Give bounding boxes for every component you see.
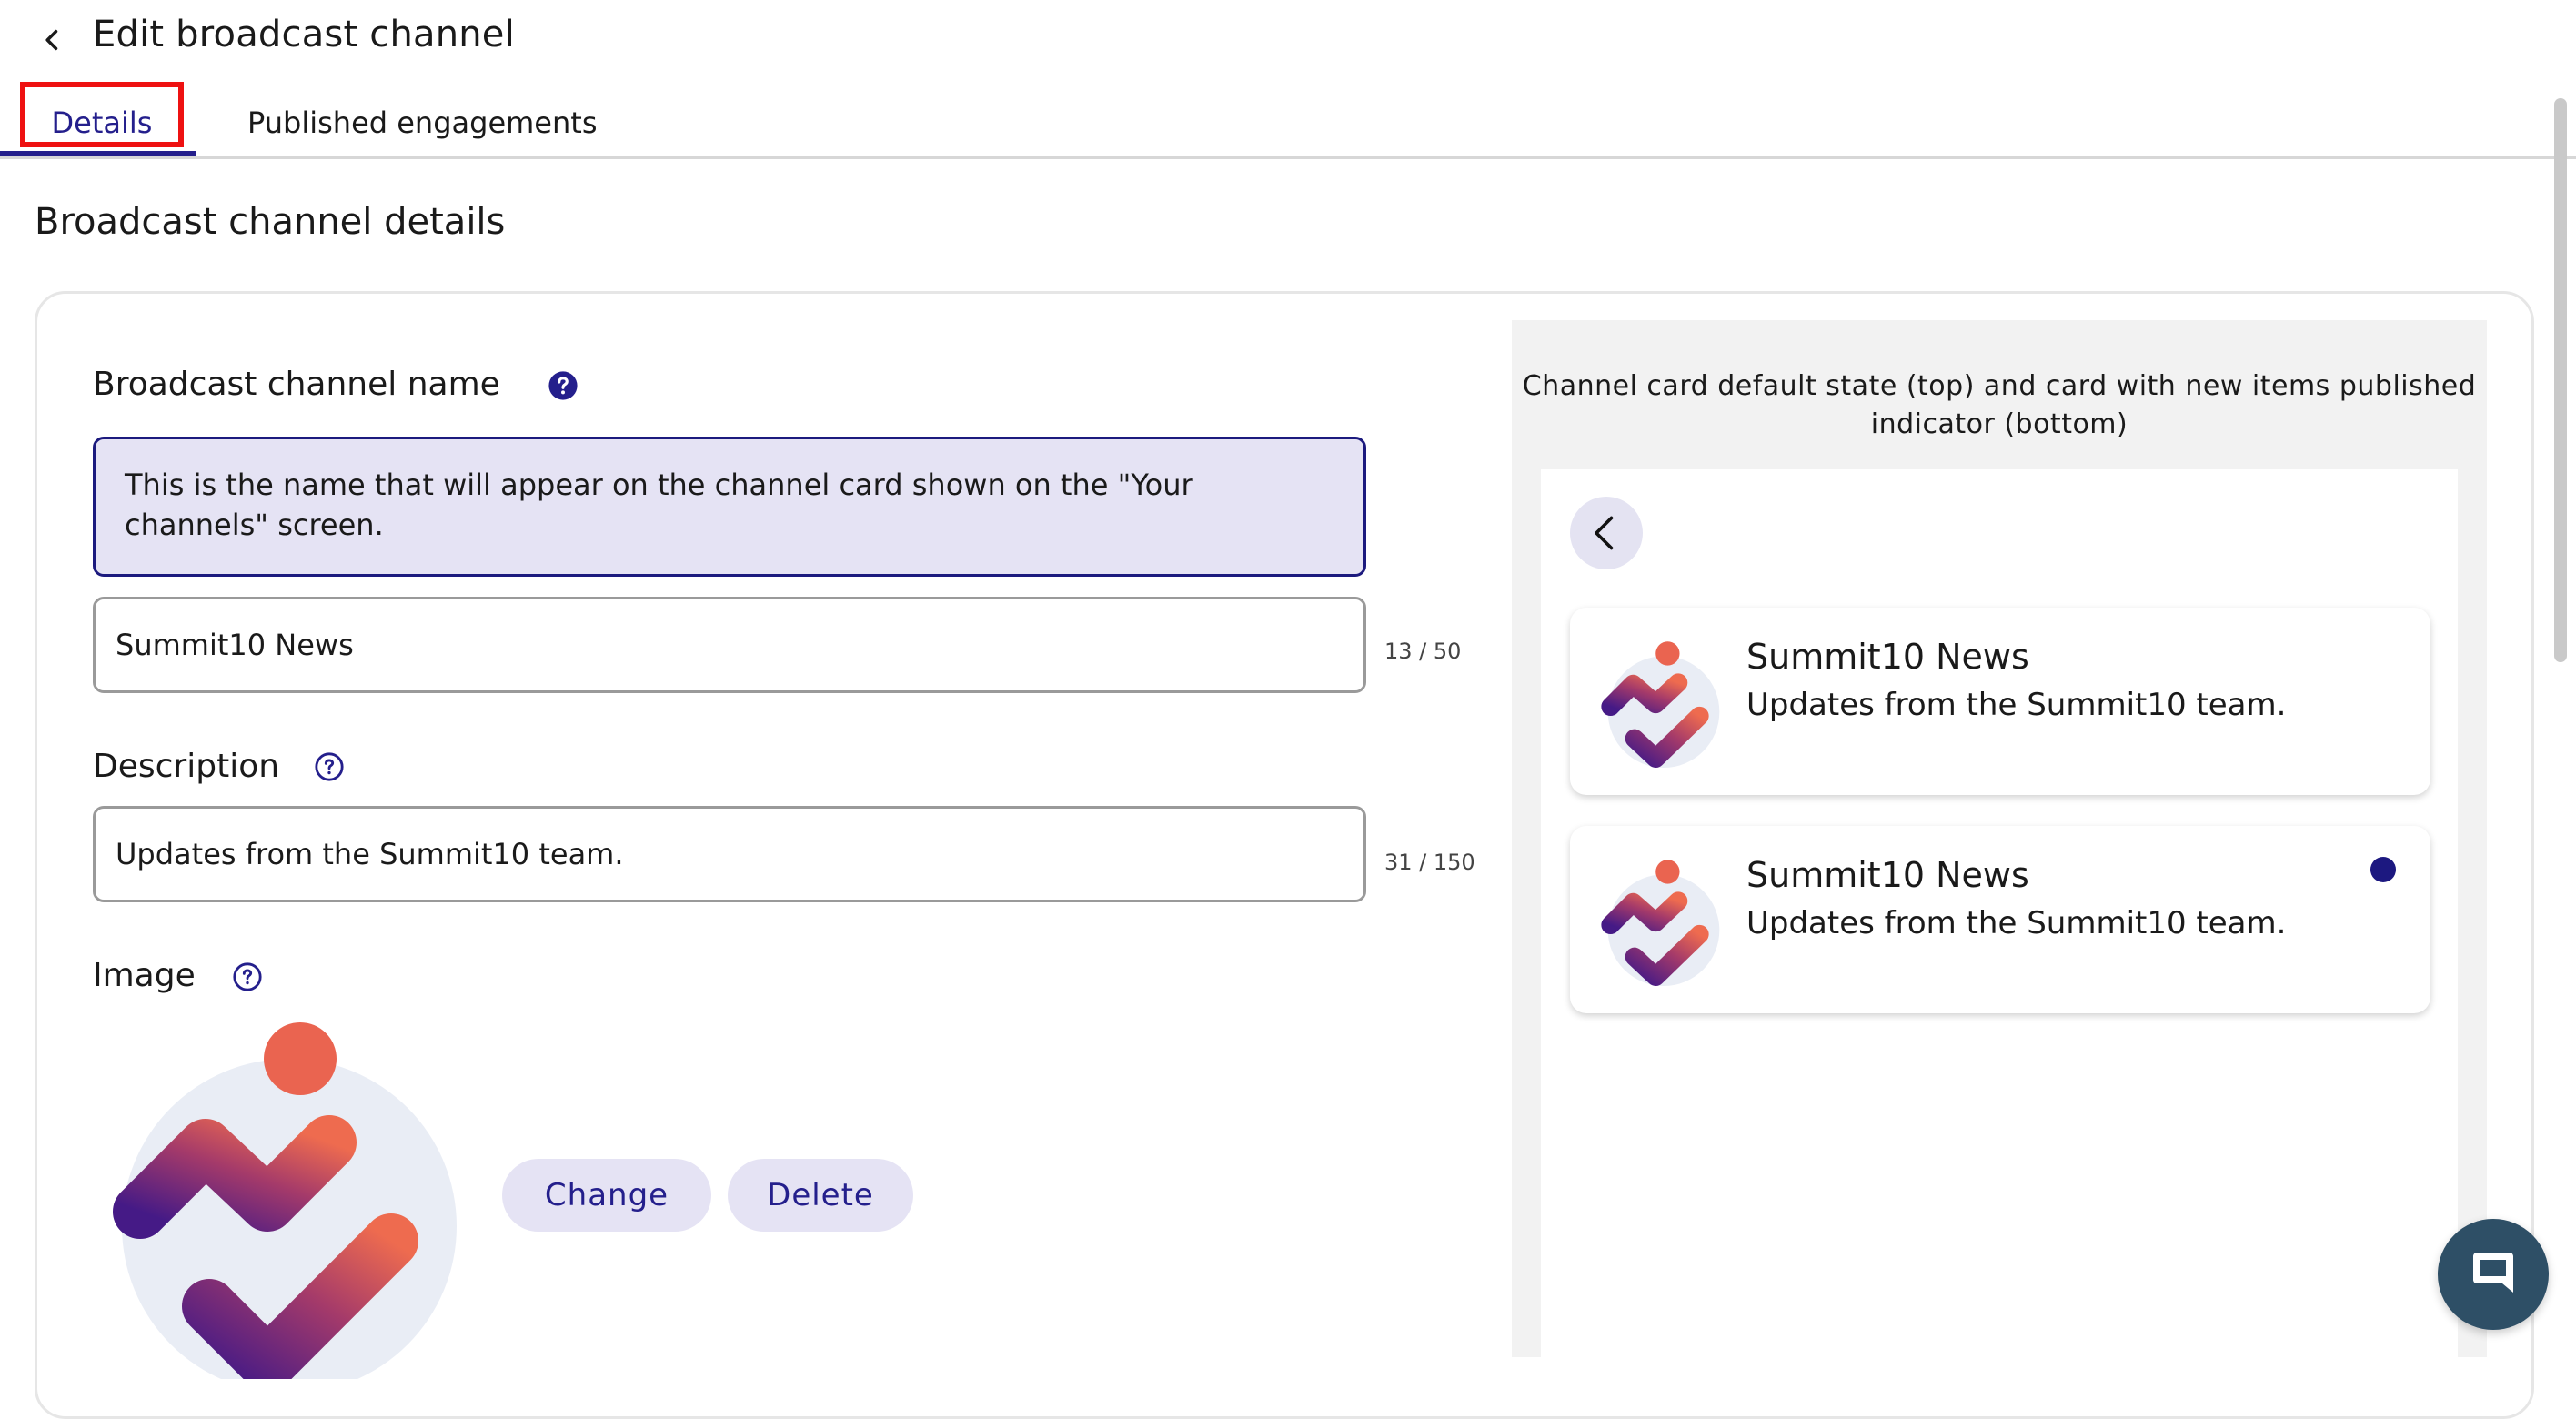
chevron-left-icon — [45, 29, 58, 51]
image-label: Image — [93, 957, 196, 994]
question-circle-outline-icon[interactable] — [231, 961, 264, 993]
question-circle-outline-icon[interactable] — [313, 750, 346, 783]
channel-name-input[interactable] — [93, 597, 1366, 693]
channel-card-description: Updates from the Summit10 team. — [1746, 687, 2287, 723]
chat-bubble-icon — [2473, 1253, 2513, 1293]
summit10-logo — [113, 1022, 457, 1394]
description-input[interactable] — [93, 806, 1366, 902]
channel-image-preview — [107, 1015, 471, 1394]
preview-caption: Channel card default state (top) and car… — [1522, 370, 2477, 440]
chevron-left-icon — [1595, 516, 1614, 550]
summit10-logo — [1601, 641, 1720, 768]
channel-card-default[interactable]: Summit10 News Updates from the Summit10 … — [1570, 608, 2430, 795]
summit10-logo — [1601, 860, 1720, 986]
channel-name-counter: 13 / 50 — [1384, 639, 1462, 664]
back-button[interactable] — [25, 13, 80, 67]
new-items-indicator — [2370, 857, 2396, 882]
change-image-button[interactable]: Change — [502, 1159, 711, 1232]
description-label: Description — [93, 748, 280, 785]
preview-back-button[interactable] — [1570, 497, 1643, 569]
section-title: Broadcast channel details — [35, 201, 506, 243]
channel-card-name: Summit10 News — [1746, 637, 2029, 677]
page-title: Edit broadcast channel — [93, 14, 515, 55]
channel-card-name: Summit10 News — [1746, 855, 2029, 895]
tab-divider — [0, 156, 2576, 159]
channel-name-label: Broadcast channel name — [93, 366, 500, 403]
channel-card-description: Updates from the Summit10 team. — [1746, 905, 2287, 941]
channel-name-info: This is the name that will appear on the… — [93, 437, 1366, 577]
description-counter: 31 / 150 — [1384, 850, 1475, 875]
channel-card-new-items[interactable]: Summit10 News Updates from the Summit10 … — [1570, 826, 2430, 1013]
page-scrollbar[interactable] — [2554, 98, 2567, 662]
tab-highlight-box — [20, 82, 184, 147]
active-tab-indicator — [0, 151, 196, 156]
delete-image-button[interactable]: Delete — [728, 1159, 913, 1232]
question-circle-filled-icon[interactable] — [547, 369, 579, 402]
tab-published-engagements[interactable]: Published engagements — [247, 91, 597, 155]
chat-widget-button[interactable] — [2438, 1219, 2549, 1330]
